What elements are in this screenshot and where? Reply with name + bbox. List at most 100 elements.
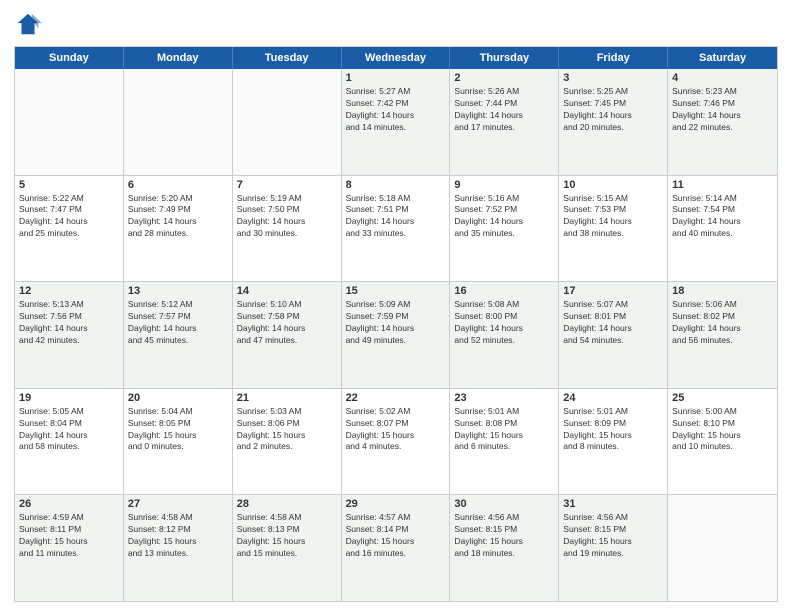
day-info: Sunrise: 5:00 AM Sunset: 8:10 PM Dayligh… [672, 406, 773, 454]
day-info: Sunrise: 5:13 AM Sunset: 7:56 PM Dayligh… [19, 299, 119, 347]
logo [14, 10, 46, 38]
day-number: 16 [454, 285, 554, 297]
day-cell-23: 23 Sunrise: 5:01 AM Sunset: 8:08 PM Dayli… [450, 389, 559, 495]
week-row-1: 1 Sunrise: 5:27 AM Sunset: 7:42 PM Daylig… [15, 69, 777, 176]
day-number: 23 [454, 392, 554, 404]
day-info: Sunrise: 5:23 AM Sunset: 7:46 PM Dayligh… [672, 86, 773, 134]
day-number: 2 [454, 72, 554, 84]
day-number: 17 [563, 285, 663, 297]
day-number: 11 [672, 179, 773, 191]
day-info: Sunrise: 5:26 AM Sunset: 7:44 PM Dayligh… [454, 86, 554, 134]
day-info: Sunrise: 5:12 AM Sunset: 7:57 PM Dayligh… [128, 299, 228, 347]
day-info: Sunrise: 5:04 AM Sunset: 8:05 PM Dayligh… [128, 406, 228, 454]
day-cell-25: 25 Sunrise: 5:00 AM Sunset: 8:10 PM Dayli… [668, 389, 777, 495]
day-number: 24 [563, 392, 663, 404]
day-info: Sunrise: 4:57 AM Sunset: 8:14 PM Dayligh… [346, 512, 446, 560]
day-cell-29: 29 Sunrise: 4:57 AM Sunset: 8:14 PM Dayli… [342, 495, 451, 601]
day-number: 31 [563, 498, 663, 510]
day-cell-3: 3Sunrise: 5:25 AM Sunset: 7:45 PM Daylig… [559, 69, 668, 175]
day-cell-31: 31 Sunrise: 4:56 AM Sunset: 8:15 PM Dayli… [559, 495, 668, 601]
day-number: 21 [237, 392, 337, 404]
header-cell-thursday: Thursday [450, 47, 559, 69]
day-number: 18 [672, 285, 773, 297]
empty-cell [15, 69, 124, 175]
day-number: 15 [346, 285, 446, 297]
header-cell-monday: Monday [124, 47, 233, 69]
day-number: 13 [128, 285, 228, 297]
day-number: 29 [346, 498, 446, 510]
day-cell-15: 15Sunrise: 5:09 AM Sunset: 7:59 PM Dayli… [342, 282, 451, 388]
day-cell-24: 24 Sunrise: 5:01 AM Sunset: 8:09 PM Dayli… [559, 389, 668, 495]
calendar-body: 1 Sunrise: 5:27 AM Sunset: 7:42 PM Daylig… [15, 69, 777, 601]
empty-cell [124, 69, 233, 175]
day-number: 14 [237, 285, 337, 297]
day-info: Sunrise: 5:27 AM Sunset: 7:42 PM Dayligh… [346, 86, 446, 134]
day-cell-12: 12 Sunrise: 5:13 AM Sunset: 7:56 PM Dayli… [15, 282, 124, 388]
day-info: Sunrise: 4:56 AM Sunset: 8:15 PM Dayligh… [563, 512, 663, 560]
header-cell-friday: Friday [559, 47, 668, 69]
day-info: Sunrise: 5:03 AM Sunset: 8:06 PM Dayligh… [237, 406, 337, 454]
header [14, 10, 778, 38]
day-cell-5: 5Sunrise: 5:22 AM Sunset: 7:47 PM Daylig… [15, 176, 124, 282]
day-number: 8 [346, 179, 446, 191]
day-cell-7: 7Sunrise: 5:19 AM Sunset: 7:50 PM Daylig… [233, 176, 342, 282]
day-cell-13: 13 Sunrise: 5:12 AM Sunset: 7:57 PM Dayli… [124, 282, 233, 388]
day-number: 28 [237, 498, 337, 510]
day-cell-21: 21 Sunrise: 5:03 AM Sunset: 8:06 PM Dayli… [233, 389, 342, 495]
day-info: Sunrise: 5:02 AM Sunset: 8:07 PM Dayligh… [346, 406, 446, 454]
day-number: 30 [454, 498, 554, 510]
day-info: Sunrise: 5:18 AM Sunset: 7:51 PM Dayligh… [346, 193, 446, 241]
calendar-header: SundayMondayTuesdayWednesdayThursdayFrid… [15, 47, 777, 69]
day-number: 26 [19, 498, 119, 510]
day-info: Sunrise: 5:05 AM Sunset: 8:04 PM Dayligh… [19, 406, 119, 454]
day-number: 9 [454, 179, 554, 191]
day-number: 12 [19, 285, 119, 297]
day-info: Sunrise: 5:01 AM Sunset: 8:09 PM Dayligh… [563, 406, 663, 454]
header-cell-saturday: Saturday [668, 47, 777, 69]
day-number: 20 [128, 392, 228, 404]
day-cell-16: 16 Sunrise: 5:08 AM Sunset: 8:00 PM Dayli… [450, 282, 559, 388]
day-info: Sunrise: 5:10 AM Sunset: 7:58 PM Dayligh… [237, 299, 337, 347]
calendar: SundayMondayTuesdayWednesdayThursdayFrid… [14, 46, 778, 602]
day-cell-22: 22 Sunrise: 5:02 AM Sunset: 8:07 PM Dayli… [342, 389, 451, 495]
header-cell-tuesday: Tuesday [233, 47, 342, 69]
day-number: 25 [672, 392, 773, 404]
day-number: 10 [563, 179, 663, 191]
day-info: Sunrise: 4:56 AM Sunset: 8:15 PM Dayligh… [454, 512, 554, 560]
day-number: 6 [128, 179, 228, 191]
day-cell-4: 4 Sunrise: 5:23 AM Sunset: 7:46 PM Daylig… [668, 69, 777, 175]
day-number: 27 [128, 498, 228, 510]
day-cell-17: 17 Sunrise: 5:07 AM Sunset: 8:01 PM Dayli… [559, 282, 668, 388]
day-info: Sunrise: 5:20 AM Sunset: 7:49 PM Dayligh… [128, 193, 228, 241]
page: SundayMondayTuesdayWednesdayThursdayFrid… [0, 0, 792, 612]
day-info: Sunrise: 4:58 AM Sunset: 8:12 PM Dayligh… [128, 512, 228, 560]
day-info: Sunrise: 5:15 AM Sunset: 7:53 PM Dayligh… [563, 193, 663, 241]
day-cell-19: 19Sunrise: 5:05 AM Sunset: 8:04 PM Dayli… [15, 389, 124, 495]
week-row-5: 26 Sunrise: 4:59 AM Sunset: 8:11 PM Dayli… [15, 495, 777, 601]
day-number: 5 [19, 179, 119, 191]
day-cell-1: 1 Sunrise: 5:27 AM Sunset: 7:42 PM Daylig… [342, 69, 451, 175]
week-row-4: 19Sunrise: 5:05 AM Sunset: 8:04 PM Dayli… [15, 389, 777, 496]
empty-cell [668, 495, 777, 601]
day-info: Sunrise: 5:08 AM Sunset: 8:00 PM Dayligh… [454, 299, 554, 347]
week-row-2: 5Sunrise: 5:22 AM Sunset: 7:47 PM Daylig… [15, 176, 777, 283]
day-cell-18: 18Sunrise: 5:06 AM Sunset: 8:02 PM Dayli… [668, 282, 777, 388]
day-info: Sunrise: 5:07 AM Sunset: 8:01 PM Dayligh… [563, 299, 663, 347]
day-number: 3 [563, 72, 663, 84]
day-number: 4 [672, 72, 773, 84]
day-cell-9: 9Sunrise: 5:16 AM Sunset: 7:52 PM Daylig… [450, 176, 559, 282]
day-cell-10: 10 Sunrise: 5:15 AM Sunset: 7:53 PM Dayli… [559, 176, 668, 282]
day-number: 1 [346, 72, 446, 84]
day-cell-6: 6 Sunrise: 5:20 AM Sunset: 7:49 PM Daylig… [124, 176, 233, 282]
day-cell-14: 14 Sunrise: 5:10 AM Sunset: 7:58 PM Dayli… [233, 282, 342, 388]
day-info: Sunrise: 5:01 AM Sunset: 8:08 PM Dayligh… [454, 406, 554, 454]
day-info: Sunrise: 4:59 AM Sunset: 8:11 PM Dayligh… [19, 512, 119, 560]
logo-icon [14, 10, 42, 38]
day-number: 7 [237, 179, 337, 191]
empty-cell [233, 69, 342, 175]
day-cell-8: 8 Sunrise: 5:18 AM Sunset: 7:51 PM Daylig… [342, 176, 451, 282]
day-cell-20: 20 Sunrise: 5:04 AM Sunset: 8:05 PM Dayli… [124, 389, 233, 495]
day-info: Sunrise: 5:14 AM Sunset: 7:54 PM Dayligh… [672, 193, 773, 241]
day-number: 22 [346, 392, 446, 404]
header-cell-sunday: Sunday [15, 47, 124, 69]
